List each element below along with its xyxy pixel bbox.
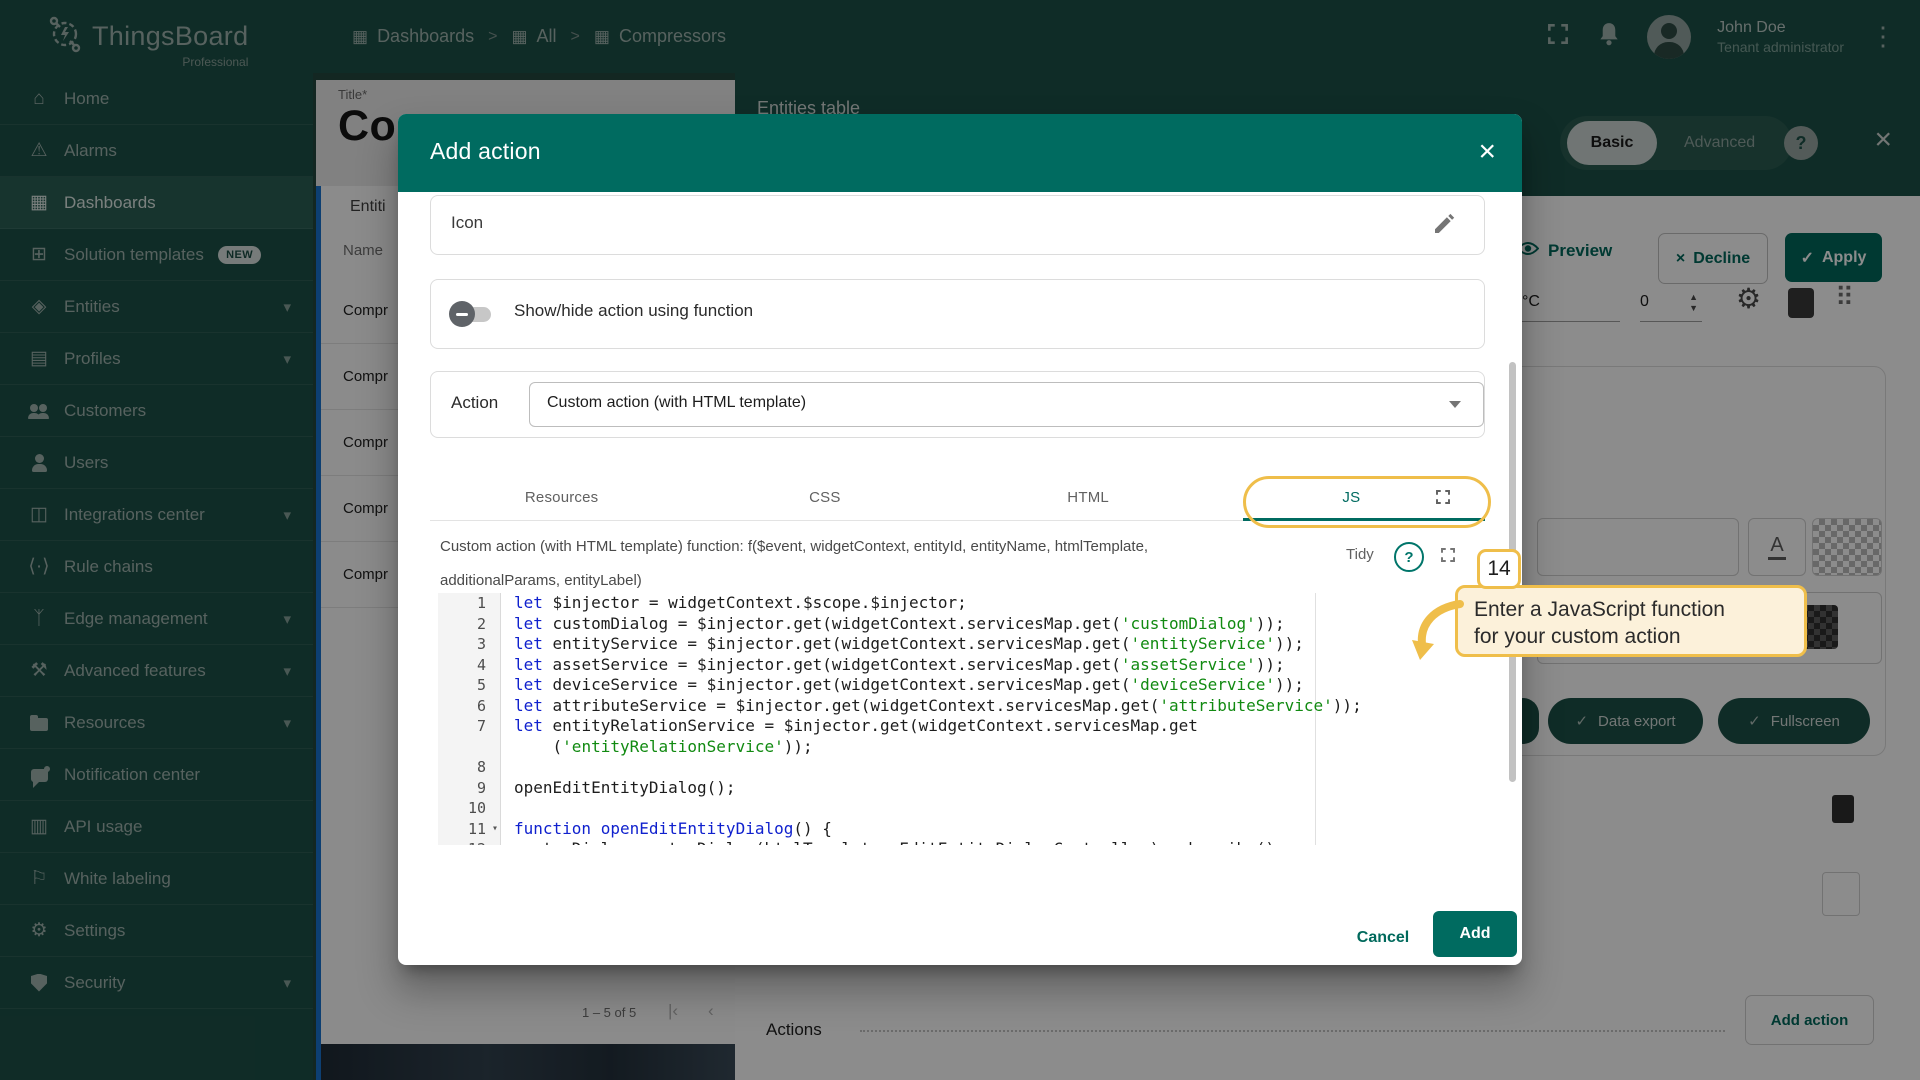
line-number: 9: [438, 778, 500, 799]
tab-html[interactable]: HTML: [957, 474, 1220, 520]
line-number: 7: [438, 716, 500, 737]
cancel-button[interactable]: Cancel: [1346, 922, 1420, 954]
code-text: customDialog.customDialog(htmlTemplate, …: [500, 839, 1285, 845]
code-line: ('entityRelationService'));: [438, 737, 1483, 758]
code-text: let entityRelationService = $injector.ge…: [500, 716, 1198, 737]
editor-fullscreen-icon[interactable]: [1439, 546, 1457, 569]
code-line: 3let entityService = $injector.get(widge…: [438, 634, 1483, 655]
tab-label: JS: [1342, 489, 1360, 506]
toggle-thumb-minus-icon: [449, 301, 475, 327]
tab-label: HTML: [1067, 489, 1109, 506]
code-text: let customDialog = $injector.get(widgetC…: [500, 614, 1285, 635]
code-line: 8: [438, 757, 1483, 778]
code-line: 9openEditEntityDialog();: [438, 778, 1483, 799]
function-signature-line2: additionalParams, entityLabel): [440, 572, 642, 589]
add-button[interactable]: Add: [1433, 911, 1517, 957]
editor-tabs: Resources CSS HTML JS: [430, 474, 1483, 521]
code-line: 12customDialog.customDialog(htmlTemplate…: [438, 839, 1483, 845]
line-number: 8: [438, 757, 500, 778]
show-hide-function-row: Show/hide action using function: [430, 279, 1485, 349]
code-text: let deviceService = $injector.get(widget…: [500, 675, 1304, 696]
code-text: ('entityRelationService'));: [500, 737, 813, 758]
screen: ThingsBoard Professional ▦Dashboards>▦Al…: [0, 0, 1920, 1080]
line-number: 12: [438, 839, 500, 845]
line-number: 5: [438, 675, 500, 696]
function-help-icon[interactable]: ?: [1394, 542, 1424, 572]
code-text: function openEditEntityDialog() {: [500, 819, 832, 840]
edit-pencil-icon[interactable]: [1432, 212, 1456, 241]
dialog-title: Add action: [430, 138, 541, 165]
code-text: [500, 757, 514, 778]
tutorial-tooltip-line2: for your custom action: [1474, 623, 1804, 650]
action-select[interactable]: Custom action (with HTML template): [529, 382, 1484, 427]
code-line: 2let customDialog = $injector.get(widget…: [438, 614, 1483, 635]
line-number: 3: [438, 634, 500, 655]
icon-field-label: Icon: [451, 213, 483, 233]
code-text: [500, 798, 514, 819]
action-select-label: Action: [451, 393, 498, 413]
code-line: 6let attributeService = $injector.get(wi…: [438, 696, 1483, 717]
tutorial-tooltip-line1: Enter a JavaScript function: [1474, 596, 1804, 623]
code-text: openEditEntityDialog();: [500, 778, 736, 799]
show-hide-toggle-label: Show/hide action using function: [514, 301, 753, 321]
tidy-button[interactable]: Tidy: [1346, 546, 1374, 563]
show-hide-toggle[interactable]: [449, 301, 495, 327]
line-number: 10: [438, 798, 500, 819]
tab-label: Resources: [525, 489, 599, 506]
code-line: 10: [438, 798, 1483, 819]
add-action-dialog: Add action × Icon Show/hide action using…: [398, 114, 1522, 965]
code-text: let attributeService = $injector.get(wid…: [500, 696, 1362, 717]
active-tab-ink-bar: [1243, 518, 1485, 521]
dialog-header: Add action ×: [398, 114, 1522, 192]
code-line: 1let $injector = widgetContext.$scope.$i…: [438, 593, 1483, 614]
action-type-row: Action Custom action (with HTML template…: [430, 371, 1485, 438]
tutorial-step-badge: 14: [1477, 549, 1521, 589]
line-number: 2: [438, 614, 500, 635]
js-code-editor[interactable]: 1let $injector = widgetContext.$scope.$i…: [438, 593, 1483, 845]
tab-fullscreen-icon[interactable]: [1434, 488, 1452, 511]
action-select-value: Custom action (with HTML template): [547, 394, 806, 412]
tutorial-arrow-icon: [1408, 598, 1466, 667]
fold-caret-icon[interactable]: ▾: [492, 819, 498, 840]
dialog-close-icon[interactable]: ×: [1478, 134, 1496, 170]
code-line: 7let entityRelationService = $injector.g…: [438, 716, 1483, 737]
line-number: 1: [438, 593, 500, 614]
code-text: let entityService = $injector.get(widget…: [500, 634, 1304, 655]
code-line: 4let assetService = $injector.get(widget…: [438, 655, 1483, 676]
code-line: 11▾function openEditEntityDialog() {: [438, 819, 1483, 840]
icon-field[interactable]: Icon: [430, 195, 1485, 255]
line-number: 4: [438, 655, 500, 676]
tab-css[interactable]: CSS: [693, 474, 956, 520]
tab-resources[interactable]: Resources: [430, 474, 693, 520]
line-number: [438, 737, 500, 758]
tab-label: CSS: [809, 489, 840, 506]
line-number: 11▾: [438, 819, 500, 840]
tutorial-tooltip: Enter a JavaScript function for your cus…: [1455, 585, 1807, 657]
line-number: 6: [438, 696, 500, 717]
code-text: let $injector = widgetContext.$scope.$in…: [500, 593, 967, 614]
code-text: let assetService = $injector.get(widgetC…: [500, 655, 1285, 676]
chevron-down-icon: [1449, 401, 1461, 414]
function-signature-line1: Custom action (with HTML template) funct…: [440, 538, 1148, 555]
code-line: 5let deviceService = $injector.get(widge…: [438, 675, 1483, 696]
